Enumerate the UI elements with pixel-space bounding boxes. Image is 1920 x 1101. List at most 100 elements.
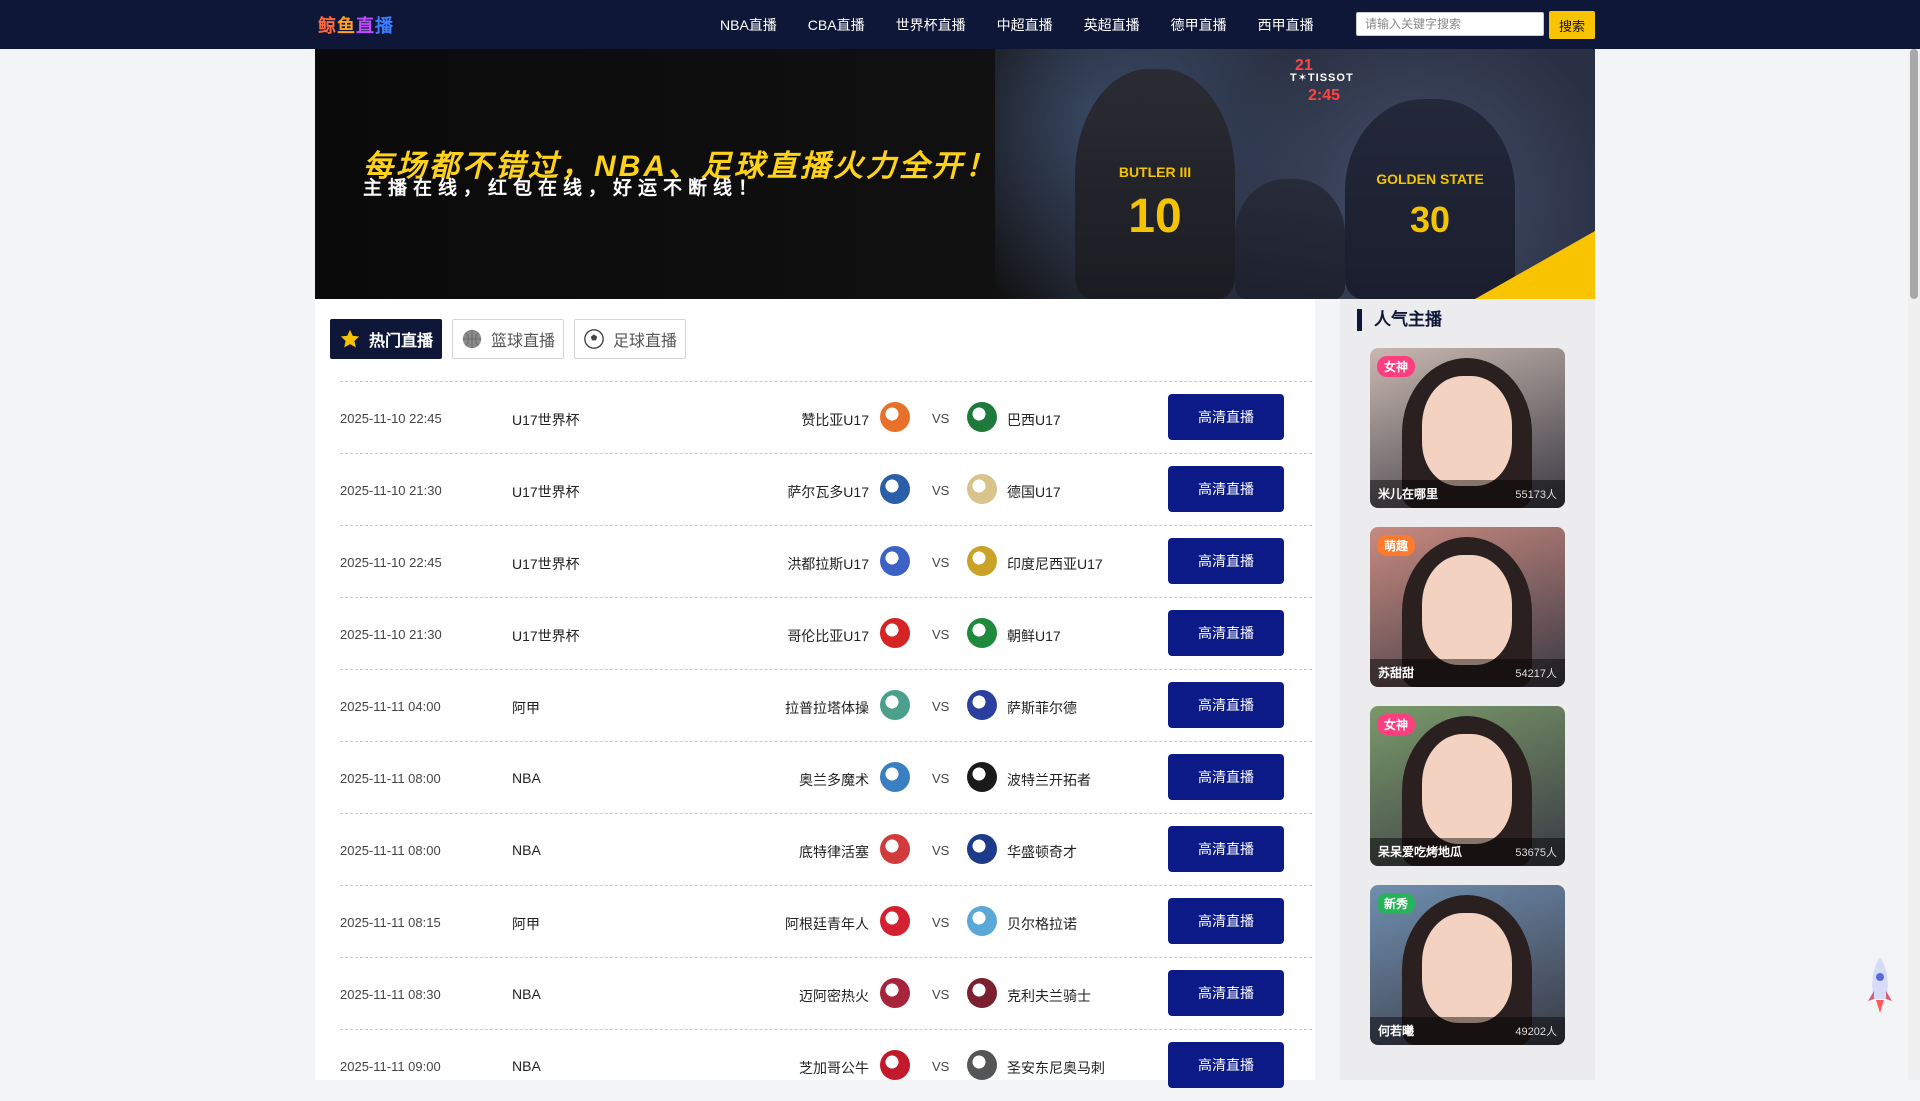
- hd-live-button[interactable]: 高清直播: [1168, 754, 1284, 800]
- match-row: 2025-11-11 09:00 NBA 芝加哥公牛 VS 圣安东尼奥马刺 高清直播: [340, 1029, 1312, 1101]
- match-time: 2025-11-11 09:00: [340, 1059, 441, 1074]
- match-league[interactable]: NBA: [512, 842, 541, 858]
- hd-live-button[interactable]: 高清直播: [1168, 682, 1284, 728]
- anchor-card[interactable]: 女神 米儿在哪里 55173人: [1370, 348, 1565, 508]
- logo-char: 直: [356, 16, 375, 36]
- away-team-name: 巴西U17: [1007, 412, 1061, 428]
- nav-link-csl[interactable]: 中超直播: [997, 15, 1053, 35]
- match-league[interactable]: U17世界杯: [512, 410, 580, 430]
- tab-label: 热门直播: [369, 333, 434, 350]
- vs-label: VS: [932, 915, 950, 930]
- away-team-name: 萨斯菲尔德: [1007, 700, 1077, 716]
- vs-label: VS: [932, 1059, 950, 1074]
- hd-live-button[interactable]: 高清直播: [1168, 826, 1284, 872]
- away-team-logo-icon: [967, 690, 997, 720]
- star-icon: [339, 328, 361, 350]
- hd-live-button[interactable]: 高清直播: [1168, 610, 1284, 656]
- logo-char: 鲸: [318, 16, 337, 36]
- match-time: 2025-11-10 22:45: [340, 411, 442, 426]
- anchor-badge: 萌趣: [1377, 535, 1416, 556]
- match-league[interactable]: NBA: [512, 986, 541, 1002]
- away-team-logo-icon: [967, 762, 997, 792]
- home-team-logo-icon: [880, 474, 910, 504]
- search-button[interactable]: 搜索: [1549, 11, 1595, 39]
- page-scrollbar[interactable]: [1908, 49, 1920, 1080]
- match-league[interactable]: U17世界杯: [512, 482, 580, 502]
- away-team-name: 朝鲜U17: [1007, 628, 1061, 644]
- anchor-photo-face: [1422, 376, 1512, 486]
- away-team-name: 波特兰开拓者: [1007, 772, 1091, 788]
- popular-anchors-sidebar: 人气主播 女神 米儿在哪里 55173人 萌趣 苏甜甜 54217人 女神 呆呆爱吃烤地瓜 53…: [1340, 299, 1595, 1080]
- anchor-photo-face: [1422, 734, 1512, 844]
- site-logo[interactable]: 鲸鱼直播: [318, 12, 394, 38]
- anchor-badge: 女神: [1377, 714, 1416, 735]
- match-league[interactable]: NBA: [512, 1058, 541, 1074]
- away-team-logo-icon: [967, 906, 997, 936]
- nav-link-bundesliga[interactable]: 德甲直播: [1171, 15, 1227, 35]
- home-team-name: 洪都拉斯U17: [787, 556, 869, 572]
- match-row: 2025-11-11 08:00 NBA 奥兰多魔术 VS 波特兰开拓者 高清直播: [340, 741, 1312, 813]
- banner-subline: 主播在线，红包在线，好运不断线！: [363, 178, 764, 199]
- anchor-card[interactable]: 萌趣苏甜甜 54217人: [1370, 527, 1565, 687]
- home-team-name: 赞比亚U17: [801, 412, 869, 428]
- tab-hot-live[interactable]: 热门直播: [330, 319, 443, 359]
- away-team-name: 克利夫兰骑士: [1007, 988, 1091, 1004]
- home-team-logo-icon: [880, 906, 910, 936]
- hd-live-button[interactable]: 高清直播: [1168, 466, 1284, 512]
- jersey-number: 10: [1128, 190, 1182, 243]
- nav-link-epl[interactable]: 英超直播: [1084, 15, 1140, 35]
- match-league[interactable]: U17世界杯: [512, 626, 580, 646]
- home-team-logo-icon: [880, 546, 910, 576]
- nav-link-laliga[interactable]: 西甲直播: [1258, 15, 1314, 35]
- hero-banner[interactable]: 21 T✶TISSOT 2:45 BUTLER III 10 GOLDEN ST…: [315, 49, 1595, 299]
- anchor-photo-face: [1422, 913, 1512, 1023]
- vs-label: VS: [932, 483, 950, 498]
- search-input[interactable]: [1356, 12, 1544, 36]
- vs-label: VS: [932, 411, 950, 426]
- hd-live-button[interactable]: 高清直播: [1168, 538, 1284, 584]
- away-team-name: 贝尔格拉诺: [1007, 916, 1077, 932]
- vs-label: VS: [932, 771, 950, 786]
- match-league[interactable]: 阿甲: [512, 914, 540, 934]
- scroll-thumb[interactable]: [1910, 49, 1918, 299]
- logo-char: 播: [375, 16, 394, 36]
- nav-link-cba[interactable]: CBA直播: [808, 15, 865, 35]
- nav-link-world-cup[interactable]: 世界杯直播: [896, 15, 966, 35]
- anchor-card[interactable]: 新秀 何若曦 49202人: [1370, 885, 1565, 1045]
- anchor-name: 苏甜甜: [1378, 666, 1415, 680]
- match-league[interactable]: NBA: [512, 770, 541, 786]
- away-team-logo-icon: [967, 546, 997, 576]
- away-team-logo-icon: [967, 1050, 997, 1080]
- hd-live-button[interactable]: 高清直播: [1168, 970, 1284, 1016]
- back-to-top-rocket-icon[interactable]: [1865, 955, 1895, 1015]
- vs-label: VS: [932, 987, 950, 1002]
- anchor-viewer-count: 53675人: [1515, 847, 1557, 859]
- tab-basketball[interactable]: 篮球直播: [452, 319, 565, 359]
- banner-shot-clock: 2:45: [1308, 87, 1341, 104]
- home-team-name: 萨尔瓦多U17: [787, 484, 869, 500]
- hd-live-button[interactable]: 高清直播: [1168, 394, 1284, 440]
- nav-link-nba[interactable]: NBA直播: [720, 15, 777, 35]
- home-team-name: 拉普拉塔体操: [785, 700, 869, 716]
- vs-label: VS: [932, 843, 950, 858]
- anchor-viewer-count: 49202人: [1515, 1026, 1557, 1038]
- anchor-card[interactable]: 女神 呆呆爱吃烤地瓜 53675人: [1370, 706, 1565, 866]
- away-team-logo-icon: [967, 618, 997, 648]
- home-team-logo-icon: [880, 690, 910, 720]
- anchor-photo-face: [1422, 555, 1512, 665]
- home-team-name: 芝加哥公牛: [799, 1060, 869, 1076]
- anchor-viewer-count: 54217人: [1515, 668, 1557, 680]
- match-row: 2025-11-11 08:30 NBA 迈阿密热火 VS 克利夫兰骑士 高清直播: [340, 957, 1312, 1029]
- tab-soccer[interactable]: 足球直播: [574, 319, 687, 359]
- home-team-logo-icon: [880, 402, 910, 432]
- match-time: 2025-11-10 21:30: [340, 627, 442, 642]
- hd-live-button[interactable]: 高清直播: [1168, 1042, 1284, 1088]
- match-time: 2025-11-11 08:00: [340, 771, 441, 786]
- match-league[interactable]: U17世界杯: [512, 554, 580, 574]
- tab-label: 足球直播: [613, 333, 678, 350]
- banner-player-left: BUTLER III 10: [1075, 69, 1235, 299]
- hd-live-button[interactable]: 高清直播: [1168, 898, 1284, 944]
- match-row: 2025-11-10 21:30 U17世界杯 萨尔瓦多U17 VS 德国U17 高清直播: [340, 453, 1312, 525]
- match-league[interactable]: 阿甲: [512, 698, 540, 718]
- home-team-name: 底特律活塞: [799, 844, 869, 860]
